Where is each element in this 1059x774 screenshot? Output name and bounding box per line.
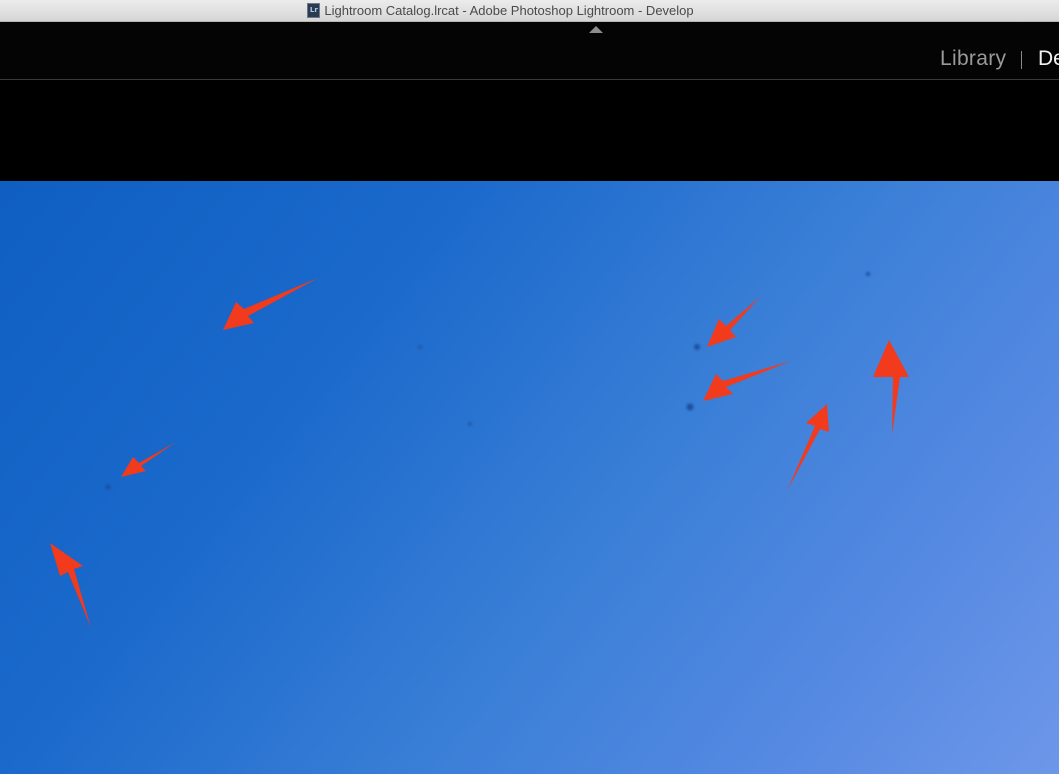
triangle-up-icon[interactable]	[589, 26, 603, 33]
annotation-arrows	[50, 278, 909, 628]
annotation-arrow-icon	[50, 543, 91, 628]
module-picker-bar: Library De	[0, 22, 1059, 80]
dust-spot	[105, 484, 111, 490]
annotation-arrow-icon	[787, 404, 829, 491]
module-library[interactable]: Library	[940, 47, 1006, 71]
annotation-arrow-icon	[873, 340, 909, 435]
module-develop[interactable]: De	[1038, 47, 1059, 71]
top-panel-area	[0, 80, 1059, 181]
annotation-overlay	[50, 272, 909, 628]
module-separator	[1021, 51, 1022, 69]
window-title: Lightroom Catalog.lrcat - Adobe Photosho…	[324, 3, 694, 18]
lightroom-window: Lr Lightroom Catalog.lrcat - Adobe Photo…	[0, 0, 1059, 774]
dust-spot	[468, 422, 472, 426]
title-wrap: Lr Lightroom Catalog.lrcat - Adobe Photo…	[307, 3, 694, 18]
annotation-arrow-icon	[703, 361, 791, 401]
dust-spot	[694, 344, 700, 350]
lightroom-catalog-icon[interactable]: Lr	[307, 3, 321, 18]
dust-spot	[866, 272, 870, 276]
dust-spot	[686, 403, 694, 411]
annotation-arrow-icon	[121, 442, 176, 477]
dust-spot	[418, 345, 422, 349]
photo-preview[interactable]	[0, 181, 1059, 774]
title-bar[interactable]: Lr Lightroom Catalog.lrcat - Adobe Photo…	[0, 0, 1059, 22]
annotation-arrow-icon	[707, 297, 760, 347]
dust-spots	[105, 272, 870, 490]
annotation-arrow-icon	[223, 278, 318, 330]
